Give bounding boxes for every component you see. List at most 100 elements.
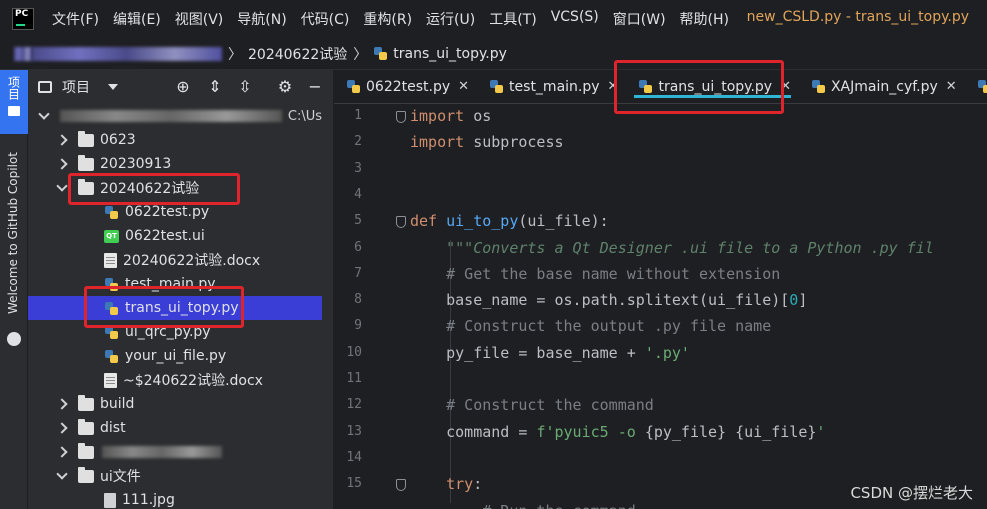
editor-tab[interactable]: 0622test.py ✕	[334, 70, 477, 103]
line-number: 11	[346, 371, 362, 386]
tab-label: trans_ui_topy.py	[658, 78, 773, 95]
tree-item[interactable]: build	[28, 392, 322, 416]
gear-icon[interactable]: ⚙	[276, 78, 294, 96]
code-token: import	[410, 107, 465, 125]
tree-item[interactable]: 20240622试验.docx	[28, 248, 322, 272]
fold-marker-icon[interactable]	[396, 216, 406, 229]
close-icon[interactable]: ✕	[458, 79, 469, 94]
editor-tab[interactable]: trans_ui_topy.py ✕	[626, 70, 799, 103]
tree-item[interactable]	[28, 440, 322, 464]
python-file-icon	[104, 349, 119, 364]
chevron-right-icon[interactable]	[56, 398, 68, 410]
tree-item[interactable]: 0622test.py	[28, 200, 322, 224]
python-file-icon	[104, 205, 119, 220]
tree-item[interactable]: trans_ui_topy.py	[28, 296, 322, 320]
chevron-right-icon[interactable]	[56, 158, 68, 170]
line-number: 1	[354, 108, 362, 123]
menu-item[interactable]: VCS(S)	[551, 9, 599, 29]
chevron-down-icon[interactable]	[56, 467, 68, 480]
breadcrumb-file[interactable]: trans_ui_topy.py	[393, 46, 507, 62]
blurred-path	[32, 46, 222, 61]
code-token: try	[446, 475, 474, 494]
code-token: base_name = os.path.splitext(ui_file)[	[410, 291, 790, 310]
project-view-icon	[38, 81, 52, 93]
copilot-icon[interactable]	[7, 332, 21, 346]
chevron-down-icon[interactable]	[38, 107, 50, 120]
menu-item[interactable]: 代码(C)	[301, 9, 350, 29]
code-editor[interactable]: 1 2 3 4 5 6 7 8 9 10 11 12 13 14 15 import os import su…	[334, 104, 987, 509]
menu-item[interactable]: 重构(R)	[363, 9, 412, 29]
tool-window-strip: 项目 Welcome to GitHub Copilot	[0, 70, 28, 509]
menu-item[interactable]: 导航(N)	[237, 9, 286, 29]
python-file-icon	[373, 46, 388, 61]
menu-item[interactable]: 运行(U)	[426, 9, 475, 29]
chevron-right-icon[interactable]	[56, 134, 68, 146]
folder-icon	[78, 130, 94, 147]
fold-marker-icon[interactable]	[396, 111, 406, 123]
line-number: 14	[346, 449, 362, 465]
tree-item-label: test_main.py	[125, 276, 216, 292]
menu-item[interactable]: 编辑(E)	[113, 9, 161, 29]
tree-root-row[interactable]: C:\Us	[28, 104, 322, 128]
menu-item[interactable]: 帮助(H)	[680, 9, 729, 29]
menu-item[interactable]: 文件(F)	[52, 9, 99, 29]
code-token: :	[473, 475, 483, 494]
code-token: os	[464, 107, 492, 125]
menu-item[interactable]: 窗口(W)	[613, 9, 666, 29]
close-icon[interactable]: ✕	[946, 79, 957, 94]
menu-item[interactable]: 工具(T)	[489, 9, 536, 29]
line-number: 5	[354, 213, 362, 229]
expand-all-icon[interactable]: ⇕	[206, 78, 224, 96]
python-file-icon	[104, 301, 119, 316]
chevron-right-icon[interactable]	[56, 446, 68, 458]
tree-item[interactable]: ~$240622试验.docx	[28, 368, 322, 392]
line-number: 4	[354, 186, 362, 202]
breadcrumb-separator: 〉	[353, 46, 368, 63]
tree-item-label: ~$240622试验.docx	[123, 373, 263, 389]
project-tool-button[interactable]: 项目	[0, 70, 28, 134]
copilot-tool-button[interactable]: Welcome to GitHub Copilot	[6, 152, 20, 314]
tree-item[interactable]: ui文件	[28, 464, 322, 488]
menu-item[interactable]: 视图(V)	[175, 9, 224, 29]
python-file-icon	[638, 79, 653, 94]
folder-icon	[78, 442, 94, 459]
close-icon[interactable]: ✕	[780, 79, 791, 94]
tree-item-label: 20240622试验.docx	[123, 253, 261, 269]
chevron-right-icon[interactable]	[56, 422, 68, 434]
breadcrumb-folder[interactable]: 20240622试验	[248, 44, 347, 64]
tab-label: 0622test.py	[366, 78, 451, 95]
code-token: # Construct the output .py file name	[446, 317, 772, 336]
project-panel-title: 项目	[62, 80, 90, 96]
editor-tab[interactable]: XAJmain_cyf.py ✕	[799, 70, 965, 103]
chevron-down-icon[interactable]	[108, 84, 118, 90]
blurred-path	[14, 46, 32, 61]
tree-item[interactable]: QT 0622test.ui	[28, 224, 322, 248]
fold-marker-icon[interactable]	[396, 479, 406, 492]
tree-item[interactable]: your_ui_file.py	[28, 344, 322, 368]
editor-tab[interactable]: X	[965, 70, 987, 103]
editor-tab[interactable]: test_main.py ✕	[477, 70, 626, 103]
line-number: 13	[346, 423, 362, 439]
tree-item[interactable]: dist	[28, 416, 322, 440]
code-line: # Construct the output .py file name	[410, 317, 771, 335]
tree-item-label: 0622test.py	[125, 204, 210, 220]
tree-item[interactable]: 0623	[28, 128, 322, 152]
tree-item[interactable]: 111.jpg	[28, 488, 322, 509]
python-file-icon	[346, 79, 361, 94]
code-line: """Converts a Qt Designer .ui file to a …	[410, 239, 934, 257]
code-line: base_name = os.path.splitext(ui_file)[0]	[410, 291, 807, 309]
breadcrumb: 〉 20240622试验 〉 trans_ui_topy.py	[0, 38, 987, 70]
tree-item[interactable]: 20230913	[28, 152, 322, 176]
minimize-icon[interactable]: −	[306, 78, 324, 96]
tree-item[interactable]: test_main.py	[28, 272, 322, 296]
collapse-all-icon[interactable]: ⇳	[236, 78, 254, 96]
locate-file-icon[interactable]: ⊕	[174, 78, 192, 96]
close-icon[interactable]: ✕	[608, 79, 619, 94]
folder-icon	[78, 418, 94, 435]
chevron-down-icon[interactable]	[56, 179, 68, 192]
tree-item[interactable]: ui_qrc_py.py	[28, 320, 322, 344]
project-panel: 项目 ⊕ ⇕ ⇳ ⚙ − C:\Us 0623 20230913 20240622试…	[28, 70, 358, 509]
tree-item[interactable]: 20240622试验	[28, 176, 322, 200]
code-token: ui_to_py	[446, 212, 519, 231]
